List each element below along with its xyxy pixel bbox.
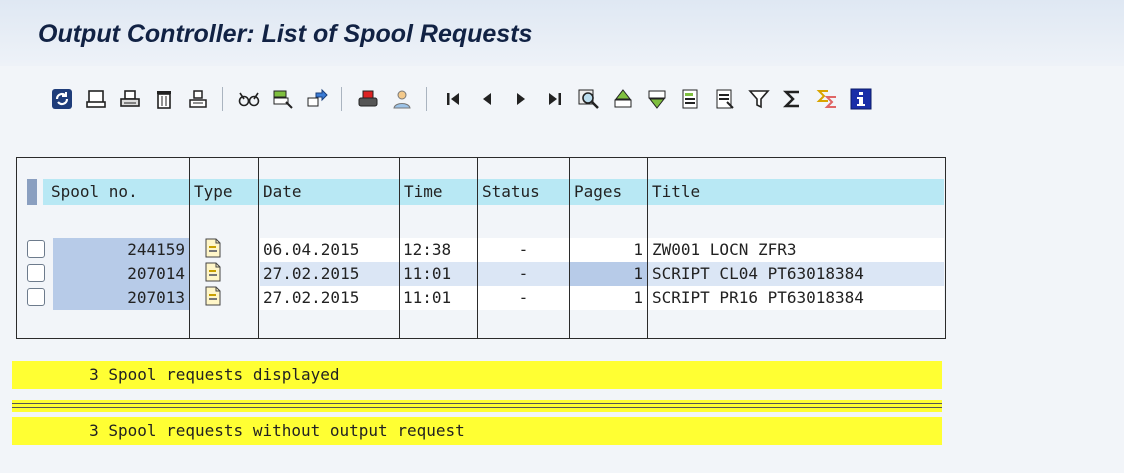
spool-number-cell[interactable]: 244159 [53,238,189,262]
separator-rule [12,400,942,412]
time-cell: 12:38 [400,238,477,262]
next-page-icon[interactable] [505,86,537,112]
column-header-date[interactable]: Date [259,179,399,205]
spool-number-cell[interactable]: 207014 [53,262,189,286]
pages-cell: 1 [570,262,647,286]
document-icon[interactable] [205,286,221,306]
status-cell: - [478,262,569,286]
column-header-spool-no[interactable]: Spool no. [43,179,189,205]
print-with-changed-attributes-icon[interactable] [182,86,214,112]
display-details-icon[interactable] [233,86,265,112]
display-contents-icon[interactable] [80,86,112,112]
forward-icon[interactable] [301,86,333,112]
message-without-output-request: 3 Spool requests without output request [12,417,942,445]
pages-cell: 1 [570,286,647,310]
title-bar: Output Controller: List of Spool Request… [0,0,1124,67]
date-cell: 06.04.2015 [260,238,399,262]
toolbar-separator [426,87,427,111]
toolbar-separator [341,87,342,111]
print-directly-icon[interactable] [114,86,146,112]
refresh-icon[interactable] [46,86,78,112]
sort-descending-icon[interactable] [641,86,673,112]
date-cell: 27.02.2015 [260,262,399,286]
spool-request-list: Spool no. Type Date Time Status Pages Ti… [16,157,946,339]
column-header-title[interactable]: Title [648,179,944,205]
document-icon[interactable] [205,262,221,282]
user-icon[interactable] [386,86,418,112]
time-cell: 11:01 [400,262,477,286]
sort-ascending-icon[interactable] [607,86,639,112]
find-icon[interactable] [573,86,605,112]
title-cell: ZW001 LOCN ZFR3 [648,238,944,262]
column-header-time[interactable]: Time [400,179,477,205]
title-cell: SCRIPT CL04 PT63018384 [648,262,944,286]
previous-page-icon[interactable] [471,86,503,112]
column-header-type[interactable]: Type [190,179,258,205]
application-toolbar [0,66,1124,130]
document-icon[interactable] [205,238,221,258]
total-icon[interactable] [777,86,809,112]
toolbar-separator [222,87,223,111]
local-file-icon[interactable] [709,86,741,112]
date-cell: 27.02.2015 [260,286,399,310]
status-cell: - [478,286,569,310]
last-page-icon[interactable] [539,86,571,112]
row-select-checkbox[interactable] [27,240,45,258]
select-all-marker[interactable] [27,179,37,205]
title-cell: SCRIPT PR16 PT63018384 [648,286,944,310]
row-select-checkbox[interactable] [27,288,45,306]
print-icon[interactable] [352,86,384,112]
pages-cell: 1 [570,238,647,262]
time-cell: 11:01 [400,286,477,310]
message-requests-displayed: 3 Spool requests displayed [12,361,942,389]
first-page-icon[interactable] [437,86,469,112]
export-icon[interactable] [675,86,707,112]
row-select-checkbox[interactable] [27,264,45,282]
information-icon[interactable] [845,86,877,112]
subtotal-icon[interactable] [811,86,843,112]
status-cell: - [478,238,569,262]
output-requests-icon[interactable] [267,86,299,112]
page-title: Output Controller: List of Spool Request… [38,20,533,48]
column-header-status[interactable]: Status [478,179,569,205]
filter-icon[interactable] [743,86,775,112]
delete-icon[interactable] [148,86,180,112]
column-header-pages[interactable]: Pages [570,179,647,205]
spool-number-cell[interactable]: 207013 [53,286,189,310]
